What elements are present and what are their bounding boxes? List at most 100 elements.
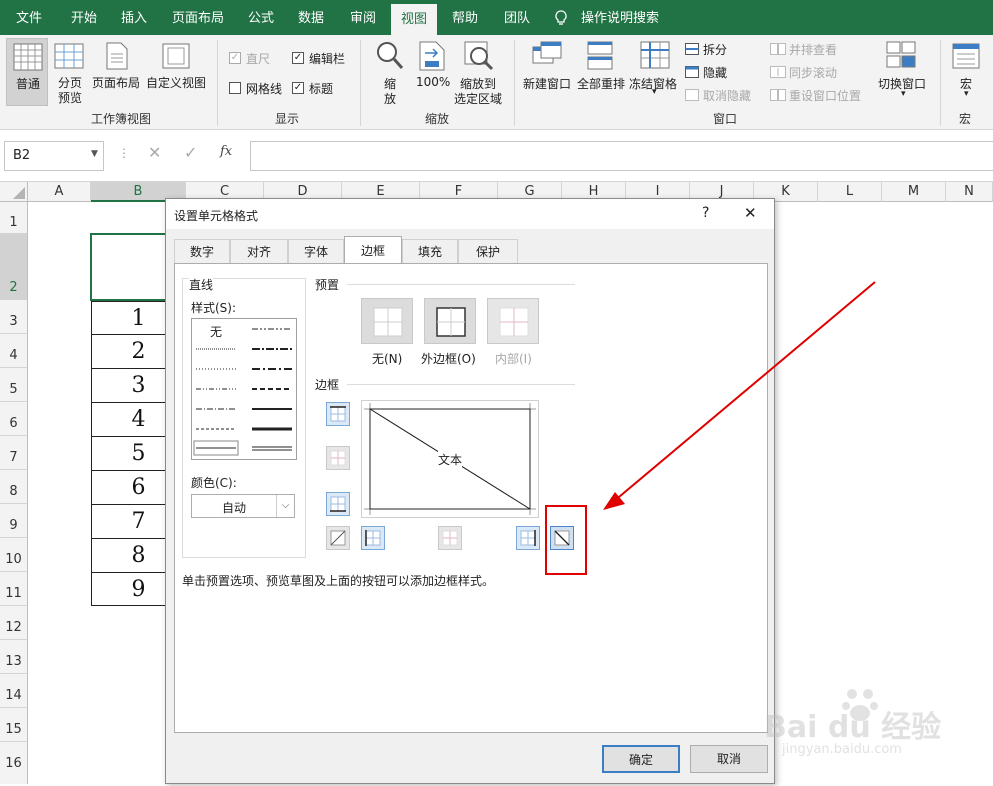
switch-windows-icon[interactable] (886, 41, 916, 72)
freeze-panes-icon[interactable] (640, 41, 670, 72)
gridlines-checkbox[interactable] (229, 82, 241, 94)
new-window-icon[interactable] (532, 41, 562, 72)
page-layout-label[interactable]: 页面布局 (92, 74, 140, 91)
tab-formulas[interactable]: 公式 (240, 0, 282, 35)
new-window-label[interactable]: 新建窗口 (523, 75, 571, 92)
row-header[interactable]: 13 (0, 640, 28, 674)
group-separator (940, 40, 941, 126)
column-header[interactable]: A (28, 182, 91, 202)
tab-file[interactable]: 文件 (8, 0, 50, 35)
tab-help[interactable]: 帮助 (444, 0, 486, 35)
tab-fill[interactable]: 填充 (402, 239, 458, 263)
line-style-options[interactable] (192, 319, 296, 459)
row-header[interactable]: 4 (0, 334, 28, 368)
sync-scroll-icon[interactable] (770, 66, 786, 81)
line-style-list[interactable]: 无 (191, 318, 297, 460)
tab-page-layout[interactable]: 页面布局 (166, 0, 230, 35)
color-dropdown[interactable]: 自动 ⌵ (191, 494, 295, 518)
tab-font[interactable]: 字体 (288, 239, 344, 263)
row-header[interactable]: 12 (0, 606, 28, 640)
unhide-window-icon[interactable] (685, 89, 699, 104)
split-icon[interactable] (685, 43, 699, 58)
row-header[interactable]: 16 (0, 742, 28, 784)
row-header[interactable]: 3 (0, 300, 28, 334)
ruler-checkbox[interactable]: ✓ (229, 52, 241, 64)
insert-function-icon[interactable]: fx (220, 144, 232, 159)
row-header[interactable]: 5 (0, 368, 28, 402)
reset-window-position-label[interactable]: 重设窗口位置 (789, 87, 861, 104)
tab-data[interactable]: 数据 (290, 0, 332, 35)
zoom-selection-icon[interactable] (464, 41, 494, 74)
chevron-down-icon[interactable]: ⌵ (276, 495, 294, 517)
row-header[interactable]: 2 (0, 234, 28, 300)
border-left-button[interactable] (361, 526, 385, 550)
border-bottom-button[interactable] (326, 492, 350, 516)
cancel-button[interactable]: 取消 (690, 745, 768, 773)
border-inside-vertical-button[interactable] (438, 526, 462, 550)
row-header[interactable]: 9 (0, 504, 28, 538)
zoom-100-icon[interactable] (419, 41, 445, 74)
arrange-all-icon[interactable] (587, 41, 613, 74)
row-header[interactable]: 7 (0, 436, 28, 470)
macros-icon[interactable] (952, 43, 980, 72)
tab-border[interactable]: 边框 (344, 236, 402, 264)
tab-home[interactable]: 开始 (62, 0, 106, 35)
confirm-entry-icon[interactable]: ✓ (184, 143, 197, 162)
arrange-all-label[interactable]: 全部重排 (577, 75, 625, 92)
split-label[interactable]: 拆分 (703, 41, 727, 58)
style-label: 样式(S): (191, 301, 237, 315)
tab-alignment[interactable]: 对齐 (230, 239, 288, 263)
zoom-magnifier-icon[interactable] (376, 41, 404, 74)
reset-window-position-icon[interactable] (770, 89, 786, 104)
preset-outline-button[interactable] (424, 298, 476, 344)
row-header[interactable]: 10 (0, 538, 28, 572)
tab-review[interactable]: 审阅 (342, 0, 384, 35)
border-preview[interactable]: 文本 (361, 400, 539, 518)
row-header[interactable]: 1 (0, 202, 28, 234)
tab-team[interactable]: 团队 (496, 0, 538, 35)
column-header[interactable]: N (946, 182, 993, 202)
page-break-preview-icon[interactable] (54, 43, 84, 72)
ok-button[interactable]: 确定 (602, 745, 680, 773)
border-diagonal-up-button[interactable] (326, 526, 350, 550)
row-header[interactable]: 14 (0, 674, 28, 708)
lightbulb-icon[interactable] (551, 0, 571, 35)
row-header[interactable]: 11 (0, 572, 28, 606)
tab-protection[interactable]: 保护 (458, 239, 518, 263)
tab-insert[interactable]: 插入 (112, 0, 156, 35)
preset-inside-button[interactable] (487, 298, 539, 344)
border-inside-horizontal-button[interactable] (326, 446, 350, 470)
custom-view-icon[interactable] (162, 43, 190, 72)
tab-number[interactable]: 数字 (174, 239, 230, 263)
close-button[interactable]: ✕ (744, 204, 757, 222)
page-layout-view-icon[interactable] (106, 42, 128, 73)
group-show: 显示 (274, 112, 299, 126)
formula-input[interactable] (250, 141, 993, 171)
hide-window-label[interactable]: 隐藏 (703, 64, 727, 81)
custom-view-label[interactable]: 自定义视图 (146, 74, 206, 91)
row-header[interactable]: 15 (0, 708, 28, 742)
name-box[interactable]: B2 ▼ (4, 141, 104, 171)
border-top-button[interactable] (326, 402, 350, 426)
side-by-side-icon[interactable] (770, 43, 786, 58)
headings-checkbox[interactable]: ✓ (292, 82, 304, 94)
row-header[interactable]: 6 (0, 402, 28, 436)
tab-view[interactable]: 视图 (391, 4, 437, 35)
row-header[interactable]: 8 (0, 470, 28, 504)
name-box-value: B2 (13, 148, 31, 163)
column-header[interactable]: M (882, 182, 946, 202)
border-right-button[interactable] (516, 526, 540, 550)
preset-none-button[interactable] (361, 298, 413, 344)
chevron-down-icon[interactable]: ▼ (91, 149, 98, 159)
normal-view-button[interactable]: 普通 (6, 38, 48, 106)
hide-window-icon[interactable] (685, 66, 699, 81)
formula-bar-checkbox[interactable]: ✓ (292, 52, 304, 64)
help-button[interactable]: ? (702, 205, 709, 221)
side-by-side-label[interactable]: 并排查看 (789, 41, 837, 58)
unhide-window-label[interactable]: 取消隐藏 (703, 87, 751, 104)
tell-me-search[interactable]: 操作说明搜索 (578, 0, 662, 35)
sync-scroll-label[interactable]: 同步滚动 (789, 64, 837, 81)
column-header[interactable]: L (818, 182, 882, 202)
select-all-corner[interactable] (0, 182, 28, 202)
cancel-entry-icon[interactable]: ✕ (148, 143, 161, 162)
